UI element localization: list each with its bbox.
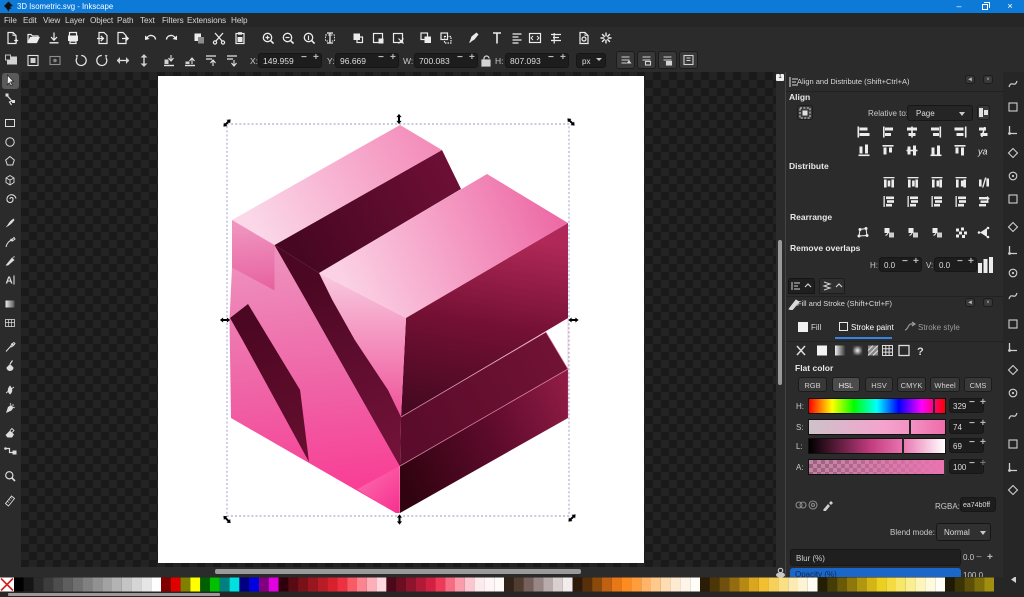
svg-text:A: A bbox=[6, 276, 13, 287]
svg-text:?: ? bbox=[917, 346, 924, 358]
svg-text:ya: ya bbox=[977, 147, 988, 157]
